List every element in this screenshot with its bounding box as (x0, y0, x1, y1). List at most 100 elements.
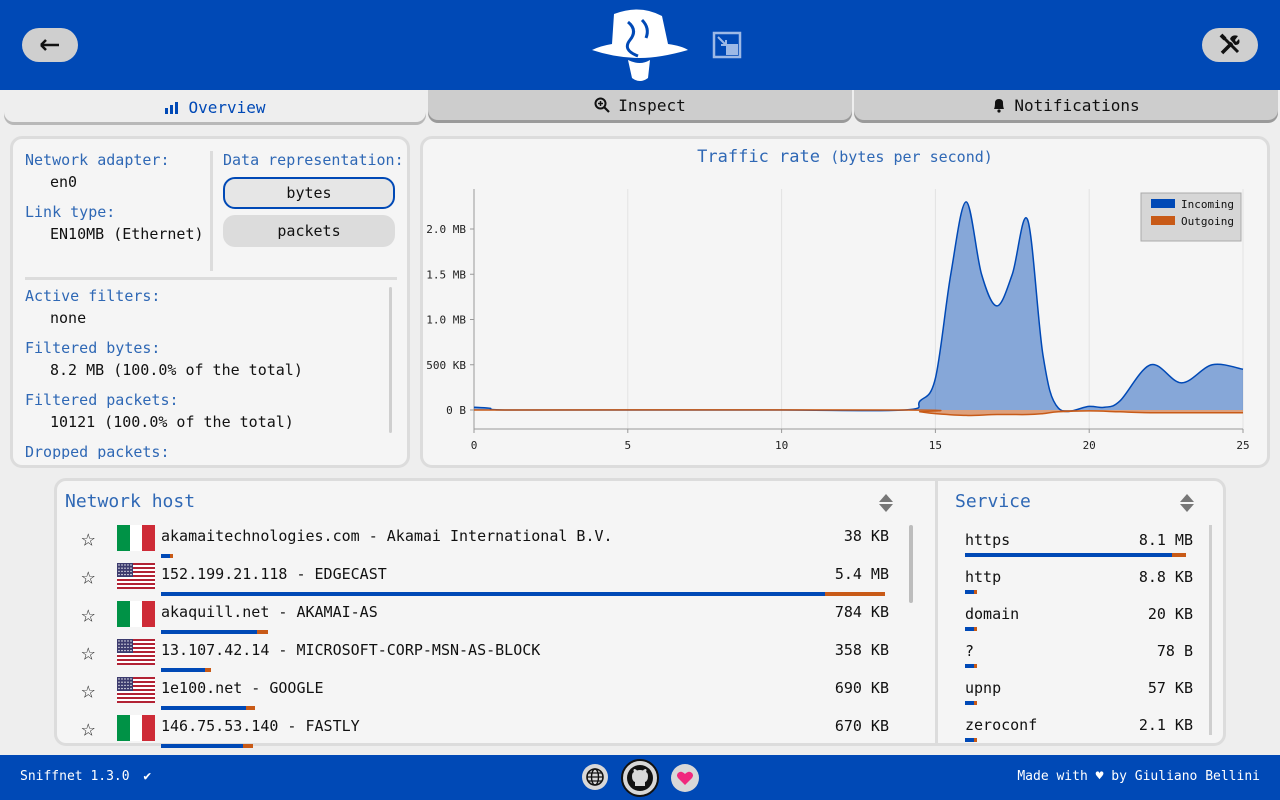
host-name: 13.107.42.14 - MICROSOFT-CORP-MSN-AS-BLO… (161, 641, 541, 659)
sponsor-button[interactable] (671, 764, 699, 792)
tab-overview-label: Overview (188, 97, 266, 117)
service-row[interactable]: ? 78 B (965, 642, 1193, 678)
us-flag (117, 677, 155, 703)
tab-inspect[interactable]: Inspect (428, 90, 852, 120)
overview-info-panel: Network adapter: en0 Link type: EN10MB (… (10, 136, 410, 468)
host-value: 670 KB (834, 717, 889, 735)
star-icon[interactable]: ☆ (81, 563, 95, 589)
heart-icon (677, 771, 693, 785)
y-tick-label: 0 B (446, 404, 466, 417)
scrollbar[interactable] (909, 525, 913, 603)
service-row[interactable]: zeroconf 2.1 KB (965, 716, 1193, 752)
service-name: https (965, 531, 1011, 549)
service-name: http (965, 568, 1002, 586)
picture-in-picture-icon[interactable] (712, 31, 742, 59)
check-icon: ✔ (143, 769, 152, 784)
x-tick-label: 25 (1236, 439, 1249, 452)
service-value: 8.1 MB (1138, 531, 1193, 549)
service-row[interactable]: https 8.1 MB (965, 531, 1193, 567)
star-icon[interactable]: ☆ (81, 601, 95, 627)
incoming-bar (161, 554, 171, 558)
filters-value: none (50, 309, 87, 327)
host-row[interactable]: ☆ 152.199.21.118 - EDGECAST 5.4 MB (57, 563, 897, 601)
service-title: Service (955, 491, 1031, 512)
star-icon[interactable]: ☆ (81, 677, 95, 703)
filters-label: Active filters: (25, 287, 161, 305)
outgoing-bar (973, 664, 977, 668)
italy-flag (117, 525, 155, 551)
sniffnet-logo (592, 9, 688, 81)
footer: Sniffnet 1.3.0 ✔ Made with ♥ by Giuliano… (0, 755, 1280, 800)
service-name: ? (965, 642, 975, 660)
service-value: 8.8 KB (1138, 568, 1193, 586)
back-button[interactable] (22, 28, 78, 62)
traffic-rate-chart: 0 5 10 15 20 25 0 B 500 KB 1.0 MB 1.5 MB 2.0 MB Inc… (426, 189, 1250, 452)
legend-swatch (1151, 199, 1175, 208)
github-button[interactable] (621, 759, 659, 797)
arrow-left-icon (40, 39, 59, 51)
filtered-packets-label: Filtered packets: (25, 391, 179, 409)
website-button[interactable] (582, 764, 608, 790)
star-icon[interactable]: ☆ (81, 715, 95, 741)
service-row[interactable]: http 8.8 KB (965, 568, 1193, 604)
outgoing-bar (973, 627, 977, 631)
hosts-services-panel: Network host ☆ akamaitechnologies.com - A… (54, 478, 1226, 748)
service-name: domain (965, 605, 1020, 623)
series-area-incoming (474, 201, 1243, 412)
x-tick-label: 15 (929, 439, 942, 452)
outgoing-bar (825, 592, 885, 596)
host-row[interactable]: ☆ 1e100.net - GOOGLE 690 KB (57, 677, 897, 715)
scrollbar[interactable] (1209, 525, 1212, 735)
incoming-bar (965, 590, 974, 594)
dropped-packets-label: Dropped packets: (25, 443, 170, 459)
tab-overview[interactable]: Overview (4, 92, 426, 122)
filters-info: Active filters: none Filtered bytes: 8.2… (25, 287, 387, 459)
legend-swatch (1151, 216, 1175, 225)
star-icon[interactable]: ☆ (81, 525, 95, 551)
tab-notifications[interactable]: Notifications (854, 90, 1278, 120)
tab-notifications-label: Notifications (1014, 95, 1140, 115)
legend-label: Incoming (1181, 198, 1234, 211)
host-row[interactable]: ☆ 146.75.53.140 - FASTLY 670 KB (57, 715, 897, 753)
host-name: akamaitechnologies.com - Akamai Internat… (161, 527, 613, 545)
us-flag (117, 639, 155, 665)
outgoing-bar (973, 701, 977, 705)
italy-flag (117, 715, 155, 741)
service-row[interactable]: upnp 57 KB (965, 679, 1193, 715)
host-value: 358 KB (834, 641, 889, 659)
adapter-value: en0 (50, 173, 78, 191)
host-value: 690 KB (834, 679, 889, 697)
host-name: 1e100.net - GOOGLE (161, 679, 324, 697)
sort-icon[interactable] (1179, 492, 1195, 514)
host-row[interactable]: ☆ 13.107.42.14 - MICROSOFT-CORP-MSN-AS-BL… (57, 639, 897, 677)
incoming-bar (965, 664, 974, 668)
x-tick-label: 0 (471, 439, 478, 452)
outgoing-bar (973, 590, 977, 594)
star-icon[interactable]: ☆ (81, 639, 95, 665)
outgoing-bar (204, 668, 211, 672)
data-rep-label: Data representation: (223, 151, 404, 169)
series-line-incoming (473, 201, 1244, 413)
scrollbar[interactable] (389, 287, 392, 433)
magnifier-icon (594, 97, 611, 113)
incoming-bar (161, 592, 826, 596)
x-tick-label: 20 (1083, 439, 1096, 452)
host-row[interactable]: ☆ akaquill.net - AKAMAI-AS 784 KB (57, 601, 897, 639)
y-tick-label: 500 KB (426, 359, 466, 372)
settings-button[interactable] (1202, 28, 1258, 62)
incoming-bar (161, 706, 247, 710)
made-with-prefix: Made with (1017, 769, 1088, 784)
host-row[interactable]: ☆ akamaitechnologies.com - Akamai Interna… (57, 525, 897, 563)
bytes-button[interactable]: bytes (223, 177, 395, 209)
outgoing-bar (1172, 553, 1186, 557)
packets-button[interactable]: packets (223, 215, 395, 247)
tab-inspect-label: Inspect (618, 95, 686, 115)
service-value: 57 KB (1147, 679, 1193, 697)
y-tick-label: 1.0 MB (426, 314, 466, 327)
incoming-bar (965, 553, 1173, 557)
header (0, 0, 1280, 90)
incoming-bar (161, 744, 244, 748)
data-representation: Data representation: bytes packets (223, 151, 404, 247)
sort-icon[interactable] (878, 492, 894, 514)
service-row[interactable]: domain 20 KB (965, 605, 1193, 641)
